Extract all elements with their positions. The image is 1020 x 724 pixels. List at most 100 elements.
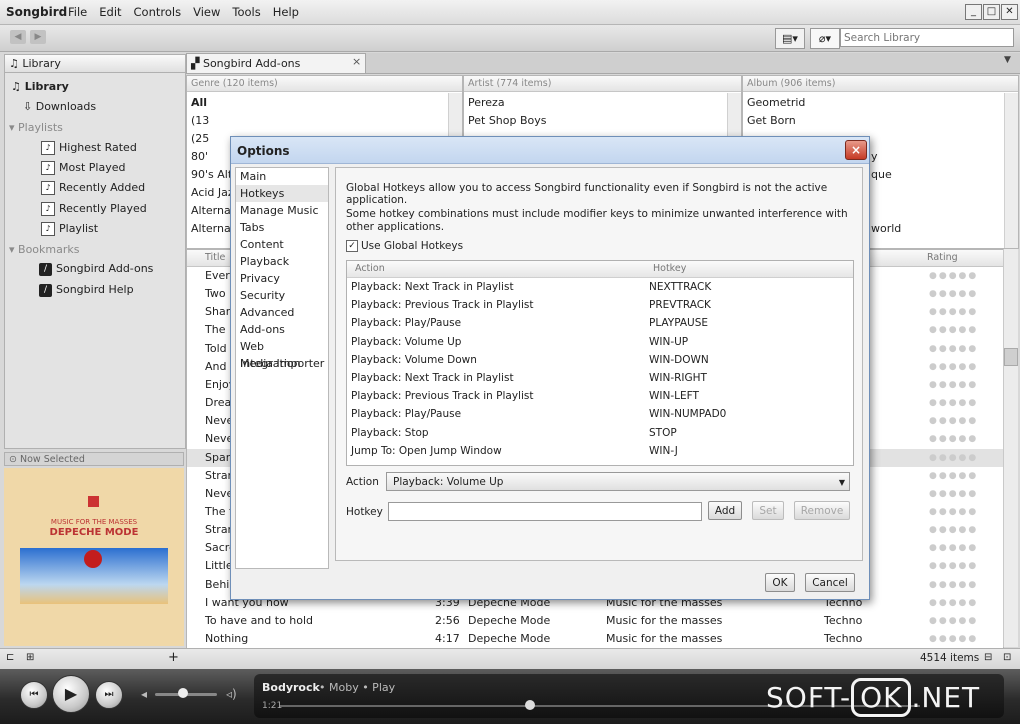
table-row[interactable]: To have and to hold 2:56 Depeche Mode Music… — [187, 612, 1003, 630]
hotkey-row[interactable]: Playback: Next Track in Playlist WIN-RIGH… — [347, 369, 853, 387]
sidebar-item-library[interactable]: ♫ Library — [11, 77, 69, 96]
action-select[interactable]: Playback: Volume Up ▼ — [386, 472, 850, 491]
nav-media-importer[interactable]: Media Importer — [236, 355, 328, 372]
hotkey-row[interactable]: Playback: Play/Pause WIN-NUMPAD0 — [347, 405, 853, 423]
view-mode-button[interactable]: ▤▾ — [775, 28, 805, 49]
sidebar-item-songbird-help[interactable]: / Songbird Help — [39, 280, 134, 299]
list-item[interactable]: All — [191, 94, 207, 112]
list-item[interactable]: Pereza — [468, 94, 505, 112]
genre-pane-header[interactable]: Genre (120 items) — [187, 76, 462, 92]
table-row[interactable]: Nothing 4:17 Depeche Mode Music for the mas… — [187, 630, 1003, 648]
track-rating[interactable]: ●●●●● — [929, 412, 978, 430]
maximize-button[interactable]: □ — [983, 4, 1000, 20]
list-item[interactable]: 80' — [191, 148, 208, 166]
sidebar-group-bookmarks[interactable]: ▾ Bookmarks — [9, 240, 80, 259]
menu-view[interactable]: View — [193, 5, 220, 19]
hotkey-row[interactable]: Playback: Next Track in Playlist NEXTTRAC… — [347, 278, 853, 296]
menu-help[interactable]: Help — [273, 5, 299, 19]
track-list-scrollbar[interactable] — [1003, 249, 1018, 647]
sidebar-item-playlist[interactable]: ♪ Playlist — [41, 219, 98, 238]
mini-player-icon[interactable]: ⊡ — [1003, 652, 1011, 663]
hotkey-row[interactable]: Playback: Volume Up WIN-UP — [347, 333, 853, 351]
hotkey-input[interactable] — [388, 502, 702, 521]
nav-manage-music[interactable]: Manage Music — [236, 202, 328, 219]
now-selected-header[interactable]: ⊙ Now Selected — [4, 452, 184, 466]
track-rating[interactable]: ●●●●● — [929, 449, 978, 467]
nav-playback[interactable]: Playback — [236, 253, 328, 270]
dialog-close-button[interactable]: × — [845, 140, 867, 160]
window-close-button[interactable]: ✕ — [1001, 4, 1018, 20]
track-rating[interactable]: ●●●●● — [929, 612, 978, 630]
tab-list-dropdown[interactable]: ▼ — [1004, 55, 1011, 65]
track-rating[interactable]: ●●●●● — [929, 594, 978, 612]
nav-security[interactable]: Security — [236, 287, 328, 304]
menu-file[interactable]: File — [68, 5, 87, 19]
track-rating[interactable]: ●●●●● — [929, 630, 978, 648]
list-item[interactable]: Alternat — [191, 220, 235, 238]
track-rating[interactable]: ●●●●● — [929, 376, 978, 394]
sidebar-group-playlists[interactable]: ▾ Playlists — [9, 118, 63, 137]
sidebar-header[interactable]: ♫ Library — [5, 55, 185, 73]
track-rating[interactable]: ●●●●● — [929, 576, 978, 594]
sidebar-item-recently-added[interactable]: ♪ Recently Added — [41, 178, 145, 197]
nav-addons[interactable]: Add-ons — [236, 321, 328, 338]
hotkey-row[interactable]: Jump To: Open Jump Window WIN-J — [347, 442, 853, 460]
track-rating[interactable]: ●●●●● — [929, 557, 978, 575]
dialog-title-bar[interactable]: Options × — [231, 137, 869, 164]
column-action[interactable]: Action — [355, 263, 385, 274]
track-rating[interactable]: ●●●●● — [929, 285, 978, 303]
hotkey-row[interactable]: Playback: Stop STOP — [347, 424, 853, 442]
track-rating[interactable]: ●●●●● — [929, 430, 978, 448]
pane-options-icon[interactable]: ⊞ — [26, 652, 34, 663]
column-rating[interactable]: Rating — [927, 252, 958, 263]
nav-main[interactable]: Main — [236, 168, 328, 185]
ok-button[interactable]: OK — [765, 573, 795, 592]
list-item[interactable]: world — [871, 220, 901, 238]
column-hotkey[interactable]: Hotkey — [653, 263, 686, 274]
sidebar-item-songbird-addons[interactable]: / Songbird Add-ons — [39, 259, 153, 278]
track-rating[interactable]: ●●●●● — [929, 358, 978, 376]
remove-button[interactable]: Remove — [794, 501, 850, 520]
album-pane-header[interactable]: Album (906 items) — [743, 76, 1018, 92]
sidebar-item-recently-played[interactable]: ♪ Recently Played — [41, 199, 147, 218]
track-rating[interactable]: ●●●●● — [929, 539, 978, 557]
nav-hotkeys[interactable]: Hotkeys — [236, 185, 328, 202]
media-view-icon[interactable]: ⊟ — [984, 652, 992, 663]
list-item[interactable]: Pet Shop Boys — [468, 112, 547, 130]
list-item[interactable]: Acid Jaz — [191, 184, 234, 202]
list-item[interactable]: Get Born — [747, 112, 796, 130]
scrollbar-thumb[interactable] — [1004, 348, 1018, 366]
use-global-hotkeys-checkbox[interactable]: ✓ Use Global Hotkeys — [346, 240, 463, 252]
artist-pane-header[interactable]: Artist (774 items) — [464, 76, 741, 92]
forward-button[interactable]: ▶ — [30, 30, 46, 44]
nav-privacy[interactable]: Privacy — [236, 270, 328, 287]
track-rating[interactable]: ●●●●● — [929, 340, 978, 358]
sidebar-item-highest-rated[interactable]: ♪ Highest Rated — [41, 138, 137, 157]
menu-edit[interactable]: Edit — [99, 5, 121, 19]
track-rating[interactable]: ●●●●● — [929, 267, 978, 285]
add-button[interactable]: Add — [708, 501, 742, 520]
menu-tools[interactable]: Tools — [232, 5, 260, 19]
search-engine-button[interactable]: ⌀▾ — [810, 28, 840, 49]
track-rating[interactable]: ●●●●● — [929, 467, 978, 485]
hotkey-row[interactable]: Playback: Previous Track in Playlist PREV… — [347, 296, 853, 314]
previous-button[interactable]: ⏮ — [20, 681, 48, 709]
track-rating[interactable]: ●●●●● — [929, 485, 978, 503]
tab-songbird-addons[interactable]: ▞ Songbird Add-ons — [186, 53, 366, 73]
set-button[interactable]: Set — [752, 501, 784, 520]
nav-tabs[interactable]: Tabs — [236, 219, 328, 236]
seek-knob[interactable] — [524, 700, 535, 710]
nav-advanced[interactable]: Advanced — [236, 304, 328, 321]
add-playlist-button[interactable]: + — [168, 650, 179, 665]
sidebar-item-downloads[interactable]: ⇩ Downloads — [23, 97, 96, 116]
nav-web-integration[interactable]: Web Integration — [236, 338, 328, 370]
minimize-button[interactable]: _ — [965, 4, 982, 20]
play-button[interactable]: ▶ — [52, 675, 90, 713]
sidebar-item-most-played[interactable]: ♪ Most Played — [41, 158, 125, 177]
track-rating[interactable]: ●●●●● — [929, 503, 978, 521]
next-button[interactable]: ⏭ — [95, 681, 123, 709]
list-item[interactable]: (13 — [191, 112, 209, 130]
track-rating[interactable]: ●●●●● — [929, 521, 978, 539]
hotkey-row[interactable]: Playback: Play/Pause PLAYPAUSE — [347, 314, 853, 332]
volume-knob[interactable] — [177, 688, 188, 698]
